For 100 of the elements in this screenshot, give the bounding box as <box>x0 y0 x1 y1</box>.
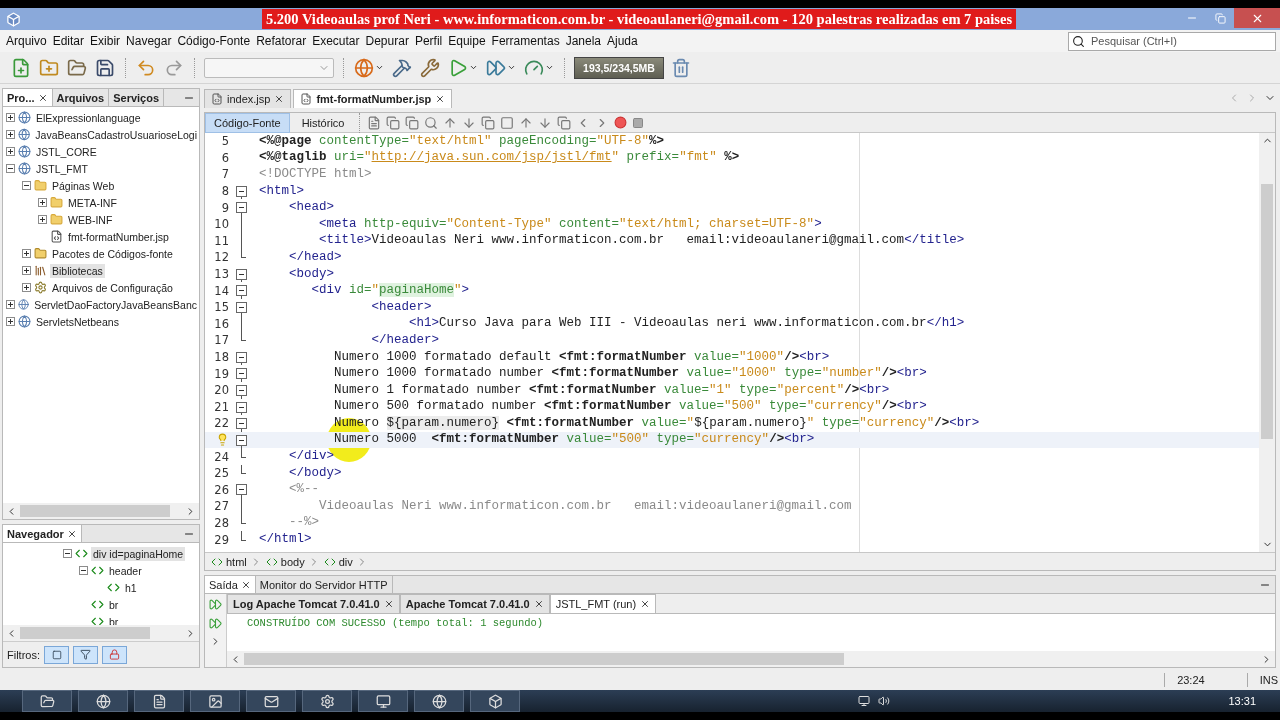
panel-tab[interactable]: Navegador <box>3 525 82 542</box>
editor-tab[interactable]: fmt-formatNumber.jsp <box>293 89 453 108</box>
vertical-scrollbar[interactable] <box>1259 133 1275 552</box>
panel-tab[interactable]: Pro... <box>3 89 53 106</box>
output-tab[interactable]: JSTL_FMT (run) <box>549 594 657 613</box>
menu-item[interactable]: Editar <box>49 34 88 48</box>
fold-toggle[interactable] <box>236 185 247 197</box>
tree-item[interactable]: Pacotes de Códigos-fonte <box>50 246 175 261</box>
filter-button[interactable] <box>44 645 69 664</box>
output-tab[interactable]: Apache Tomcat 7.0.41.0 <box>399 594 550 613</box>
expand-toggle[interactable] <box>38 198 47 207</box>
rerun-icon[interactable] <box>209 598 222 611</box>
expand-toggle[interactable] <box>22 249 31 258</box>
tree-item[interactable]: div id=paginaHome <box>91 546 186 561</box>
close-icon[interactable] <box>435 94 446 104</box>
caret-icon[interactable] <box>469 63 478 72</box>
expand-toggle[interactable] <box>6 147 15 156</box>
fold-toggle[interactable] <box>236 401 247 413</box>
fold-toggle[interactable] <box>236 384 247 396</box>
taskbar-button[interactable] <box>78 690 128 712</box>
menu-item[interactable]: Ferramentas <box>488 34 563 48</box>
menu-item[interactable]: Ajuda <box>604 34 641 48</box>
output-tab[interactable]: Log Apache Tomcat 7.0.41.0 <box>227 594 400 613</box>
menu-item[interactable]: Perfil <box>411 34 446 48</box>
fold-toggle[interactable] <box>236 484 247 496</box>
volume-icon[interactable] <box>878 695 891 707</box>
tree-item[interactable]: ServletsNetbeans <box>34 314 121 329</box>
menu-item[interactable]: Exibir <box>87 34 124 48</box>
close-icon[interactable] <box>533 599 544 609</box>
close-icon[interactable] <box>640 599 651 609</box>
taskbar-button[interactable] <box>22 690 72 712</box>
expand-toggle[interactable] <box>22 266 31 275</box>
tree-item[interactable]: META-INF <box>66 195 119 210</box>
caret-icon[interactable] <box>375 63 384 72</box>
menu-item[interactable]: Executar <box>309 34 363 48</box>
horizontal-scrollbar[interactable] <box>227 651 1275 667</box>
close-icon[interactable] <box>37 92 48 103</box>
menu-item[interactable]: Refatorar <box>253 34 310 48</box>
tree-item[interactable]: Bibliotecas <box>50 263 105 278</box>
tree-item[interactable]: ServletDaoFactoryJavaBeansBanc <box>32 297 199 312</box>
fold-toggle[interactable] <box>236 351 247 363</box>
fold-toggle[interactable] <box>236 268 247 280</box>
tree-item[interactable]: ElExpressionlanguage <box>34 110 143 125</box>
panel-tab[interactable]: Saída <box>205 576 256 593</box>
caret-icon[interactable] <box>507 63 516 72</box>
taskbar-button[interactable] <box>190 690 240 712</box>
editor-tab[interactable]: index.jsp <box>204 89 292 108</box>
view-tab[interactable]: Histórico <box>292 112 354 133</box>
expand-toggle[interactable] <box>22 283 31 292</box>
expand-toggle[interactable] <box>6 317 15 326</box>
breadcrumb[interactable]: body <box>265 555 320 568</box>
expand-toggle[interactable] <box>6 113 15 122</box>
memory-meter[interactable]: 193,5/234,5MB <box>574 56 664 79</box>
menu-item[interactable]: Navegar <box>123 34 175 48</box>
horizontal-scrollbar[interactable] <box>3 625 199 641</box>
taskbar-button[interactable] <box>358 690 408 712</box>
fold-toggle[interactable] <box>236 418 247 430</box>
expand-toggle[interactable] <box>79 566 88 575</box>
caret-icon[interactable] <box>545 63 554 72</box>
close-icon[interactable] <box>383 599 394 609</box>
tree-item[interactable]: br <box>107 597 121 612</box>
menu-item[interactable]: Arquivo <box>3 34 50 48</box>
expand-toggle[interactable] <box>22 181 31 190</box>
menu-item[interactable]: Código-Fonte <box>174 34 254 48</box>
breadcrumb[interactable]: html <box>211 555 262 568</box>
tree-item[interactable]: Arquivos de Configuração <box>50 280 175 295</box>
fold-toggle[interactable] <box>236 301 247 313</box>
tree-item[interactable]: JavaBeansCadastroUsuarioseLogi <box>33 127 199 142</box>
fold-toggle[interactable] <box>236 368 247 380</box>
fold-toggle[interactable] <box>236 285 247 297</box>
taskbar-button[interactable] <box>134 690 184 712</box>
search-field[interactable]: Pesquisar (Ctrl+I) <box>1068 31 1276 51</box>
menu-item[interactable]: Janela <box>562 34 604 48</box>
tree-item[interactable]: header <box>107 563 144 578</box>
expand-toggle[interactable] <box>6 164 15 173</box>
filter-button[interactable] <box>102 645 127 664</box>
horizontal-scrollbar[interactable] <box>3 503 199 519</box>
tree-item[interactable]: JSTL_CORE <box>34 144 99 159</box>
taskbar-button[interactable] <box>246 690 296 712</box>
rerun-icon[interactable] <box>209 617 222 630</box>
filter-button[interactable] <box>73 645 98 664</box>
close-icon[interactable] <box>66 528 77 539</box>
close-icon[interactable] <box>274 94 285 104</box>
tree-item[interactable]: JSTL_FMT <box>34 161 90 176</box>
taskbar-button[interactable] <box>302 690 352 712</box>
tree-item[interactable]: br <box>107 614 121 625</box>
taskbar-button[interactable] <box>470 690 520 712</box>
tree-item[interactable]: WEB-INF <box>66 212 115 227</box>
expand-toggle[interactable] <box>6 300 15 309</box>
scroll-right-icon[interactable] <box>185 505 196 517</box>
expand-toggle[interactable] <box>38 215 47 224</box>
expand-toggle[interactable] <box>6 130 15 139</box>
view-tab[interactable]: Código-Fonte <box>205 112 290 133</box>
expand-toggle[interactable] <box>63 549 72 558</box>
tree-item[interactable]: h1 <box>123 580 139 595</box>
breadcrumb[interactable]: div <box>323 555 368 568</box>
fold-toggle[interactable] <box>236 202 247 214</box>
tree-item[interactable]: Páginas Web <box>50 178 117 193</box>
fold-toggle[interactable] <box>236 434 247 446</box>
taskbar-button[interactable] <box>414 690 464 712</box>
